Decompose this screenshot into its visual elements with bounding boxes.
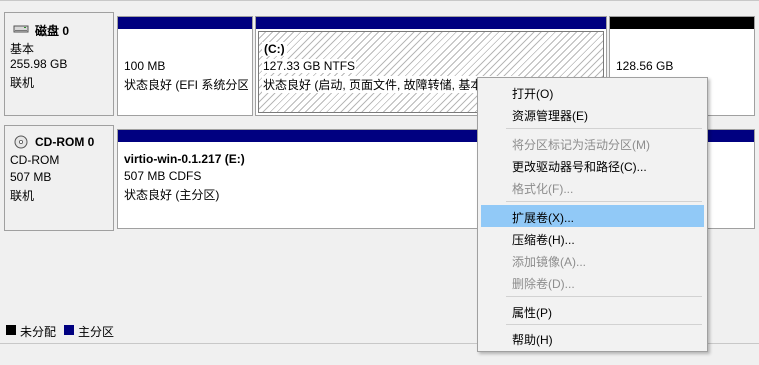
legend-swatch-primary [64,325,74,335]
partition-size: 100 MB [124,59,166,73]
partition-size: 507 MB CDFS [124,169,202,183]
cdrom-0-size: 507 MB [10,170,52,184]
disk-0-size: 255.98 GB [10,57,68,71]
top-border [0,0,759,1]
disk-0-label[interactable]: 磁盘 0 基本 255.98 GB 联机 [4,12,114,116]
cdrom-0-type: CD-ROM [10,153,60,167]
menu-item-mark-active: 将分区标记为活动分区(M) [512,138,650,152]
partition-size: 127.33 GB NTFS [262,59,357,73]
menu-separator [506,324,702,325]
partition-letter: (C:) [262,42,287,56]
menu-separator [506,296,702,297]
menu-item-shrink-volume[interactable]: 压缩卷(H)... [481,227,704,249]
disk-0-type: 基本 [10,42,35,56]
menu-item-help[interactable]: 帮助(H) [481,327,704,349]
menu-item-extend-volume[interactable]: 扩展卷(X)... [481,205,704,227]
menu-item-change-drive-letter[interactable]: 更改驱动器号和路径(C)... [481,154,704,176]
menu-separator [506,201,702,202]
cdrom-0-name: CD-ROM 0 [35,135,95,149]
volume-label: virtio-win-0.1.217 (E:) [124,152,245,166]
menu-separator [506,128,702,129]
disk-0-status: 联机 [10,76,35,90]
partition-status: 状态良好 (EFI 系统分区 [124,78,248,92]
legend-label-unallocated: 未分配 [20,325,57,339]
menu-item-properties[interactable]: 属性(P) [481,300,704,322]
hard-disk-icon [13,25,29,33]
cdrom-0-label[interactable]: CD-ROM 0 CD-ROM 507 MB 联机 [4,125,114,231]
disk-0-name: 磁盘 0 [35,24,70,38]
menu-item-explorer[interactable]: 资源管理器(E) [481,103,704,125]
menu-item-delete-volume: 删除卷(D)... [512,277,575,291]
menu-item-open[interactable]: 打开(O) [481,81,704,103]
cdrom-0-status: 联机 [10,189,35,203]
unallocated-bar [610,17,754,29]
cd-rom-icon [14,135,28,149]
primary-partition-bar [256,17,606,29]
legend-label-primary: 主分区 [78,325,115,339]
menu-item-add-mirror: 添加镜像(A)... [512,255,586,269]
legend-swatch-unallocated [6,325,16,335]
menu-item-format: 格式化(F)... [512,182,574,196]
partition-efi[interactable]: 100 MB 状态良好 (EFI 系统分区 [117,16,253,116]
primary-partition-bar [118,17,252,29]
partition-size: 128.56 GB [616,59,674,73]
context-menu: 打开(O) 资源管理器(E) 将分区标记为活动分区(M) 更改驱动器号和路径(C… [477,77,708,352]
partition-status: 状态良好 (主分区) [124,188,220,202]
